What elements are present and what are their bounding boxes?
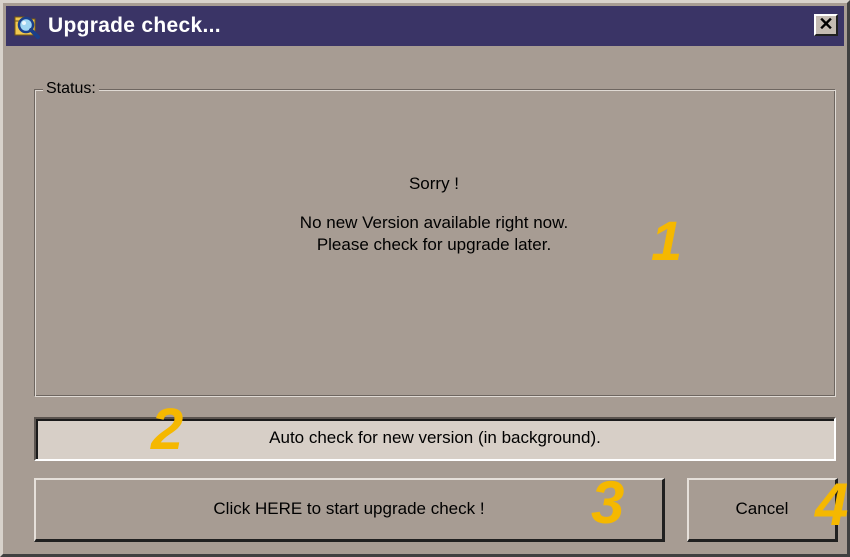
window-title: Upgrade check... (48, 14, 221, 37)
start-upgrade-check-label: Click HERE to start upgrade check ! (213, 499, 485, 518)
status-legend: Status: (43, 79, 99, 99)
annotation-badge-2: 2 (151, 397, 184, 462)
title-bar[interactable]: Upgrade check... ✕ (6, 6, 844, 46)
upgrade-check-dialog: Upgrade check... ✕ Status: Sorry ! No ne… (0, 0, 850, 557)
close-icon: ✕ (818, 14, 834, 34)
magnifier-folder-icon (14, 13, 40, 39)
status-message: Sorry ! No new Version available right n… (234, 173, 634, 256)
close-button[interactable]: ✕ (814, 14, 838, 36)
annotation-badge-1: 1 (651, 209, 683, 272)
status-line-1: No new Version available right now. (299, 213, 569, 232)
status-heading: Sorry ! (408, 174, 460, 193)
annotation-badge-4: 4 (815, 471, 849, 538)
start-upgrade-check-button[interactable]: Click HERE to start upgrade check ! (34, 478, 665, 542)
annotation-badge-3: 3 (591, 469, 625, 536)
cancel-label: Cancel (735, 499, 789, 518)
status-line-2: Please check for upgrade later. (316, 235, 552, 254)
auto-check-label: Auto check for new version (in backgroun… (269, 428, 601, 447)
